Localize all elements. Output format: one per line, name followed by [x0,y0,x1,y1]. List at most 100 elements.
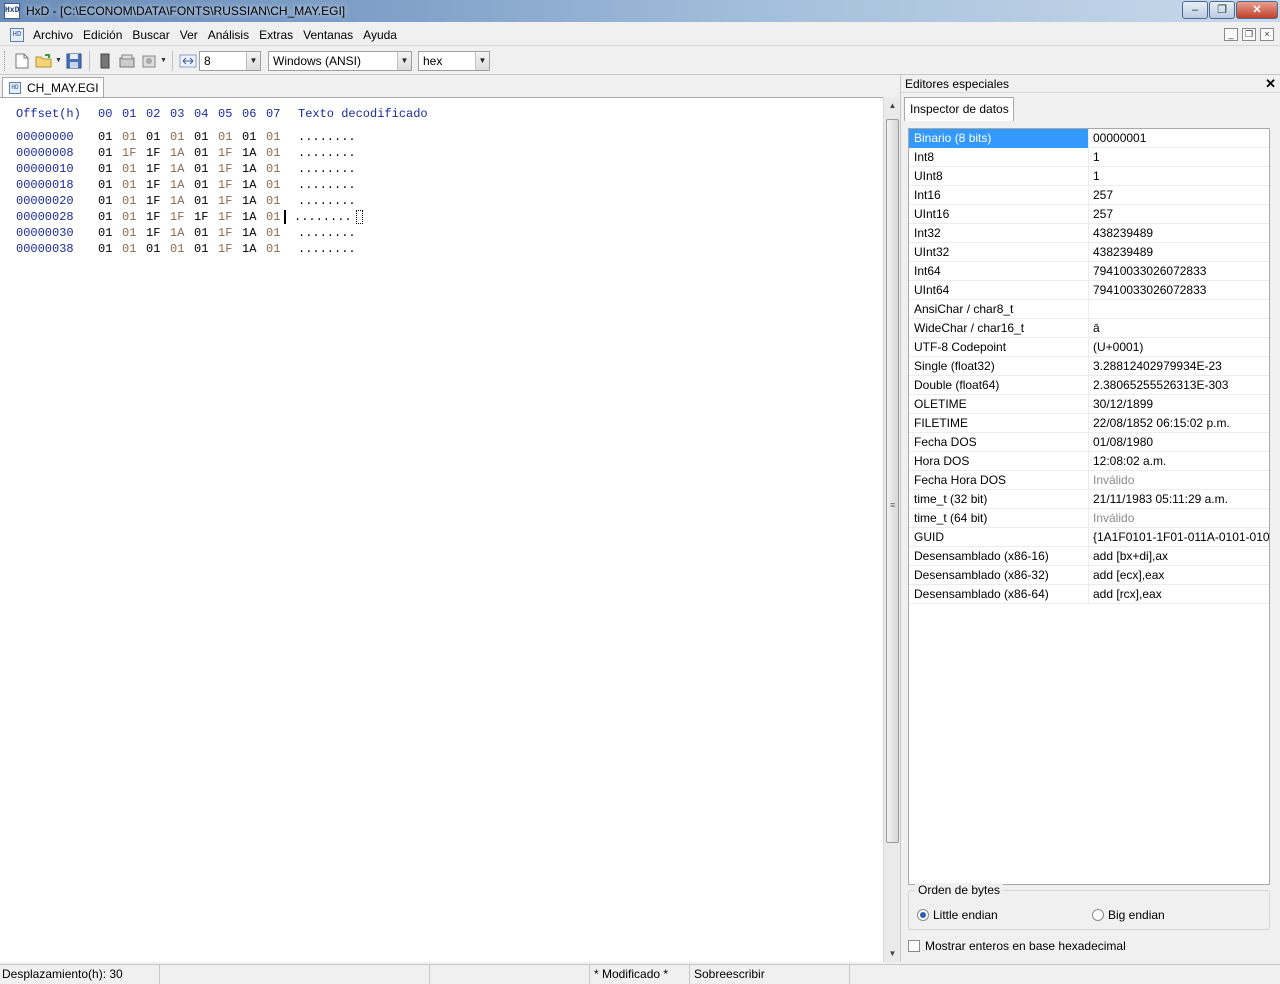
inspector-row[interactable]: Desensamblado (x86-16) add [bx+di],ax [909,546,1269,566]
bytes-per-row-combo[interactable]: 8 ▼ [199,50,261,71]
inspector-row[interactable]: OLETIME 30/12/1899 [909,394,1269,414]
doc-minimize-button[interactable]: _ [1224,28,1238,41]
inspector-value[interactable]: add [ecx],eax [1089,566,1269,585]
scroll-up-arrow-icon[interactable]: ▲ [884,97,901,114]
minimize-button[interactable]: – [1182,1,1208,19]
hex-byte[interactable]: 1F [218,210,242,224]
inspector-row[interactable]: time_t (32 bit) 21/11/1983 05:11:29 a.m. [909,489,1269,509]
hex-byte[interactable]: 01 [266,178,290,192]
inspector-row[interactable]: Hora DOS 12:08:02 a.m. [909,451,1269,471]
doc-restore-button[interactable]: ❐ [1242,28,1256,41]
hex-byte[interactable]: 01 [266,194,290,208]
hex-byte[interactable]: 1F [218,162,242,176]
inspector-value[interactable]: (U+0001) [1089,338,1269,357]
menu-archivo[interactable]: Archivo [28,28,78,42]
chevron-down-icon[interactable]: ▼ [475,51,489,70]
hex-row[interactable]: 00000030 01 01 1F 1A 01 1F 1A 01........ [16,225,428,241]
inspector-row[interactable]: Desensamblado (x86-64) add [rcx],eax [909,584,1269,604]
inspector-value[interactable]: Inválido [1089,471,1269,490]
inspector-value[interactable]: {1A1F0101-1F01-011A-0101-01010 [1089,528,1269,547]
hex-byte[interactable]: 1A [170,146,194,160]
inspector-row[interactable]: Fecha Hora DOS Inválido [909,470,1269,490]
decoded-text[interactable]: ........ [298,242,378,256]
inspector-value[interactable]: 30/12/1899 [1089,395,1269,414]
menu-edicion[interactable]: Edición [78,28,127,42]
hex-byte[interactable]: 01 [266,226,290,240]
decoded-text[interactable]: ........ [298,178,378,192]
open-folder-icon[interactable] [35,52,53,70]
hex-vertical-scrollbar[interactable]: ▲ ≡ ▼ [883,97,900,962]
hex-row[interactable]: 00000008 01 1F 1F 1A 01 1F 1A 01........ [16,145,428,161]
hex-byte[interactable]: 01 [170,242,194,256]
hex-integers-checkbox[interactable] [908,940,920,952]
hex-byte[interactable]: 01 [122,210,146,224]
scroll-down-arrow-icon[interactable]: ▼ [884,945,901,962]
hex-byte[interactable]: 01 [194,146,218,160]
hex-byte[interactable]: 01 [98,146,122,160]
hex-byte[interactable]: 1A [242,194,266,208]
hex-row[interactable]: 00000000 01 01 01 01 01 01 01 01........ [16,129,428,145]
inspector-value[interactable]: ā [1089,319,1269,338]
hex-byte[interactable]: 1A [242,242,266,256]
hex-byte[interactable]: 1F [218,146,242,160]
inspector-value[interactable]: 257 [1089,186,1269,205]
hex-byte[interactable]: 01 [218,130,242,144]
inspector-value[interactable]: 79410033026072833 [1089,281,1269,300]
inspector-row[interactable]: FILETIME 22/08/1852 06:15:02 p.m. [909,413,1269,433]
inspector-value[interactable]: add [bx+di],ax [1089,547,1269,566]
hex-byte[interactable]: 01 [98,162,122,176]
hex-byte[interactable]: 01 [266,162,290,176]
hex-row[interactable]: 00000010 01 01 1F 1A 01 1F 1A 01........ [16,161,428,177]
hex-byte[interactable]: 01 [194,162,218,176]
hex-byte[interactable]: 1A [242,226,266,240]
hex-byte[interactable]: 01 [98,178,122,192]
little-endian-option[interactable]: Little endian [917,908,998,922]
inspector-value[interactable]: 12:08:02 a.m. [1089,452,1269,471]
hex-byte[interactable]: 1F [146,210,170,224]
inspector-row[interactable]: UInt16 257 [909,204,1269,224]
menu-buscar[interactable]: Buscar [127,28,174,42]
inspector-value[interactable]: 3.28812402979934E-23 [1089,357,1269,376]
hex-byte[interactable]: 01 [242,130,266,144]
hex-byte[interactable]: 01 [146,242,170,256]
hex-byte[interactable]: 01 [98,130,122,144]
data-inspector-table[interactable]: Binario (8 bits) 00000001 Int8 1 UInt8 1 Int16… [908,128,1270,885]
tab-ch-may-egi[interactable]: HD CH_MAY.EGI [2,77,104,97]
inspector-row[interactable]: Binario (8 bits) 00000001 [909,128,1269,148]
hex-row[interactable]: 00000038 01 01 01 01 01 1F 1A 01........ [16,241,428,257]
document-menu-icon[interactable]: HD [10,27,24,42]
toolbar-grip[interactable] [4,50,7,71]
close-window-button[interactable]: ✕ [1236,1,1278,19]
hex-byte[interactable]: 01 [194,242,218,256]
hex-row[interactable]: 00000028 01 01 1F 1F 1F 1F 1A 01........ [16,209,428,225]
chevron-down-icon[interactable]: ▼ [397,51,411,70]
hex-byte[interactable]: 01 [266,242,290,256]
inspector-value[interactable]: 21/11/1983 05:11:29 a.m. [1089,490,1269,509]
hex-byte[interactable]: 01 [122,226,146,240]
inspector-row[interactable]: Fecha DOS 01/08/1980 [909,432,1269,452]
hex-byte[interactable]: 01 [194,178,218,192]
hex-byte[interactable]: 1F [146,194,170,208]
hex-byte[interactable]: 01 [194,226,218,240]
inspector-value[interactable]: 22/08/1852 06:15:02 p.m. [1089,414,1269,433]
inspector-row[interactable]: Int8 1 [909,147,1269,167]
menu-ayuda[interactable]: Ayuda [358,28,402,42]
save-icon[interactable] [65,52,83,70]
decoded-text[interactable]: ........ [298,194,378,208]
hex-byte[interactable]: 01 [122,194,146,208]
hex-byte[interactable]: 01 [98,242,122,256]
inspector-row[interactable]: UInt8 1 [909,166,1269,186]
ram-icon[interactable] [96,52,114,70]
hex-byte[interactable]: 1F [146,178,170,192]
inspector-row[interactable]: time_t (64 bit) Inválido [909,508,1269,528]
inspector-value[interactable]: 79410033026072833 [1089,262,1269,281]
hex-byte[interactable]: 01 [194,194,218,208]
hex-row[interactable]: 00000020 01 01 1F 1A 01 1F 1A 01........ [16,193,428,209]
inspector-row[interactable]: AnsiChar / char8_t [909,299,1269,319]
hex-byte[interactable]: 1A [242,178,266,192]
menu-extras[interactable]: Extras [254,28,298,42]
chevron-down-icon[interactable]: ▼ [246,51,260,70]
inspector-value[interactable]: 2.38065255526313E-303 [1089,376,1269,395]
decoded-text[interactable]: ........ [298,162,378,176]
tab-data-inspector[interactable]: Inspector de datos [904,97,1014,121]
